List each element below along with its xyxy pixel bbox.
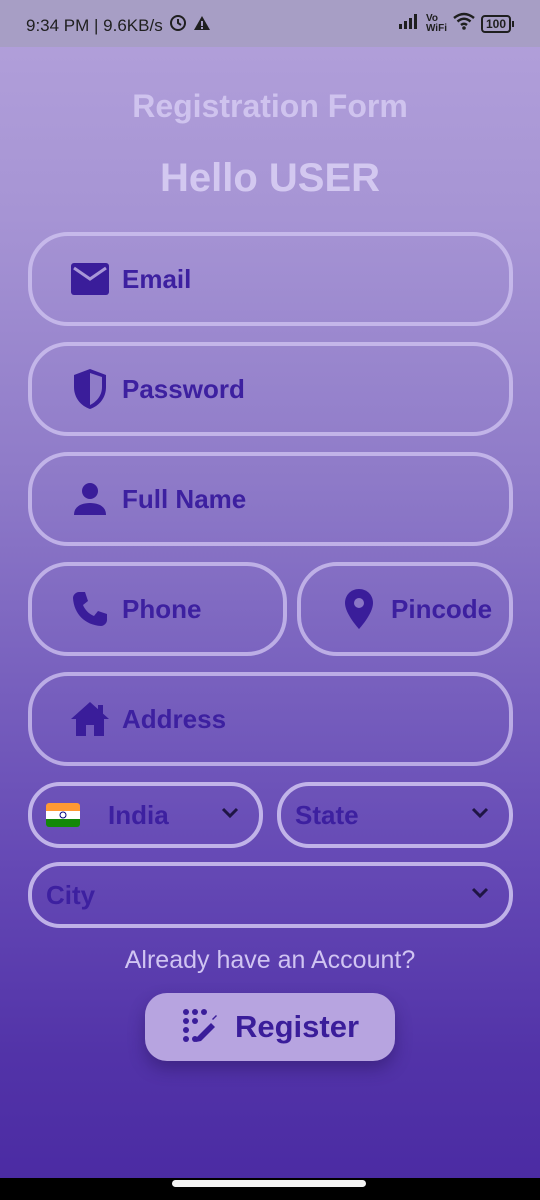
login-link[interactable]: Already have an Account? xyxy=(0,946,540,975)
time-speed-text: 9:34 PM | 9.6KB/s xyxy=(26,15,163,35)
india-flag-icon xyxy=(46,803,80,827)
page-title: Registration Form xyxy=(132,88,408,124)
email-field[interactable]: Email xyxy=(28,232,513,326)
home-gesture-handle[interactable] xyxy=(172,1180,366,1187)
wifi-icon xyxy=(453,12,475,35)
vowifi-indicator: Vo WiFi xyxy=(425,12,447,34)
magic-wand-icon xyxy=(181,1007,217,1048)
status-right: Vo WiFi 100 xyxy=(398,12,514,35)
signal-icon xyxy=(398,13,420,34)
chevron-down-icon xyxy=(471,886,489,904)
state-placeholder: State xyxy=(295,799,359,830)
address-field[interactable]: Address xyxy=(28,672,513,766)
mail-icon xyxy=(68,257,112,301)
state-select[interactable]: State xyxy=(277,782,513,848)
location-pin-icon xyxy=(337,587,381,631)
email-label: Email xyxy=(122,263,192,294)
fullname-field[interactable]: Full Name xyxy=(28,452,513,546)
chevron-down-icon xyxy=(221,806,239,824)
vowifi-top-text: Vo xyxy=(425,12,438,24)
phone-icon xyxy=(68,587,112,631)
pincode-label: Pincode xyxy=(391,593,493,624)
alarm-icon xyxy=(169,14,187,37)
person-icon xyxy=(68,477,112,521)
password-field[interactable]: Password xyxy=(28,342,513,436)
country-value: India xyxy=(108,799,169,830)
country-select[interactable]: India xyxy=(28,782,263,848)
password-label: Password xyxy=(122,373,245,404)
greeting-title: Hello USER xyxy=(159,156,381,200)
warning-icon xyxy=(193,15,211,36)
vowifi-bottom-text: WiFi xyxy=(425,22,447,34)
pincode-field[interactable]: Pincode xyxy=(297,562,513,656)
register-label: Register xyxy=(234,1009,360,1044)
register-button[interactable]: Register xyxy=(145,993,395,1061)
battery-icon: 100 xyxy=(480,14,514,33)
battery-level: 100 xyxy=(480,14,511,33)
chevron-down-icon xyxy=(471,806,489,824)
city-placeholder: City xyxy=(46,879,96,910)
fullname-label: Full Name xyxy=(122,483,247,514)
address-label: Address xyxy=(122,703,227,734)
city-select[interactable]: City xyxy=(28,862,513,928)
phone-field[interactable]: Phone xyxy=(28,562,287,656)
phone-label: Phone xyxy=(122,593,202,624)
status-left: 9:34 PM | 9.6KB/s xyxy=(26,14,211,37)
shield-icon xyxy=(68,367,112,411)
status-bar: 9:34 PM | 9.6KB/s Vo WiFi 100 xyxy=(0,0,540,47)
home-icon xyxy=(68,697,112,741)
